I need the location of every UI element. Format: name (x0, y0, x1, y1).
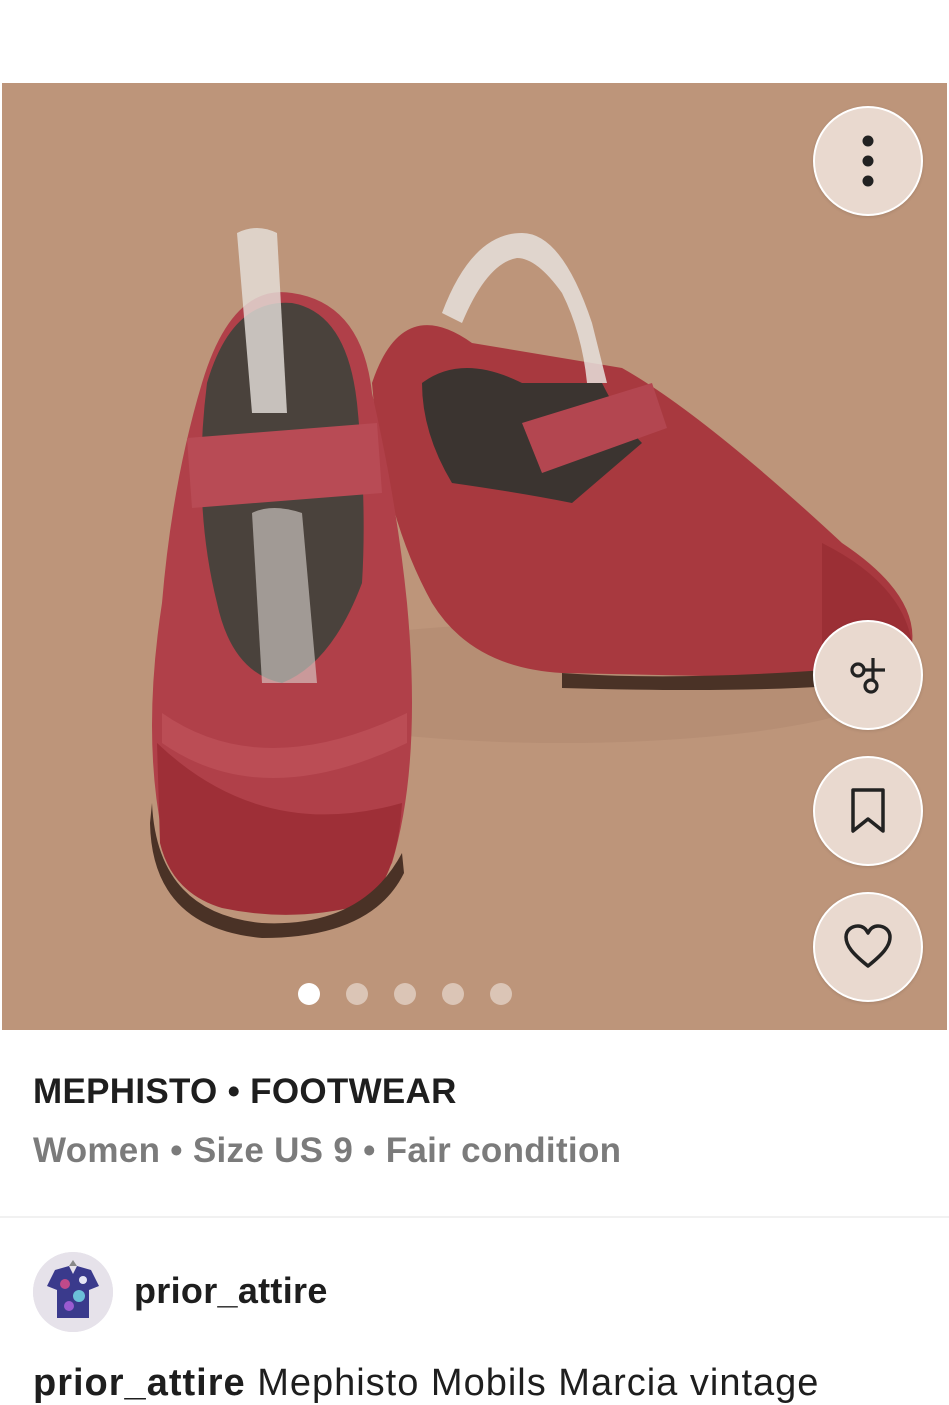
save-button[interactable] (813, 756, 923, 866)
style-outfit-button[interactable] (813, 620, 923, 730)
product-photo-shoes (150, 228, 913, 938)
carousel-dot[interactable] (345, 983, 368, 1005)
carousel-dot[interactable] (489, 983, 512, 1005)
caption-text: Mephisto Mobils Marcia vintage (257, 1362, 820, 1404)
more-options-button[interactable] (813, 106, 923, 216)
heart-icon (844, 924, 892, 968)
carousel-dot[interactable] (393, 983, 416, 1005)
listing-details: Women • Size US 9 • Fair condition (33, 1131, 622, 1170)
brand-category[interactable]: MEPHISTO • FOOTWEAR (33, 1072, 457, 1112)
seller-username[interactable]: prior_attire (134, 1270, 328, 1312)
avatar-image (33, 1252, 113, 1332)
more-vertical-icon (862, 135, 874, 187)
carousel-dot-active[interactable] (297, 983, 320, 1005)
outfit-cut-icon (850, 658, 885, 694)
carousel-pagination (2, 983, 947, 1005)
listing-caption: prior_attire Mephisto Mobils Marcia vint… (33, 1362, 933, 1405)
product-image-carousel[interactable] (2, 83, 947, 1030)
caption-author[interactable]: prior_attire (33, 1362, 246, 1404)
seller-avatar[interactable] (33, 1252, 113, 1332)
carousel-dot[interactable] (441, 983, 464, 1005)
bookmark-icon (851, 788, 885, 833)
section-divider (0, 1216, 949, 1218)
